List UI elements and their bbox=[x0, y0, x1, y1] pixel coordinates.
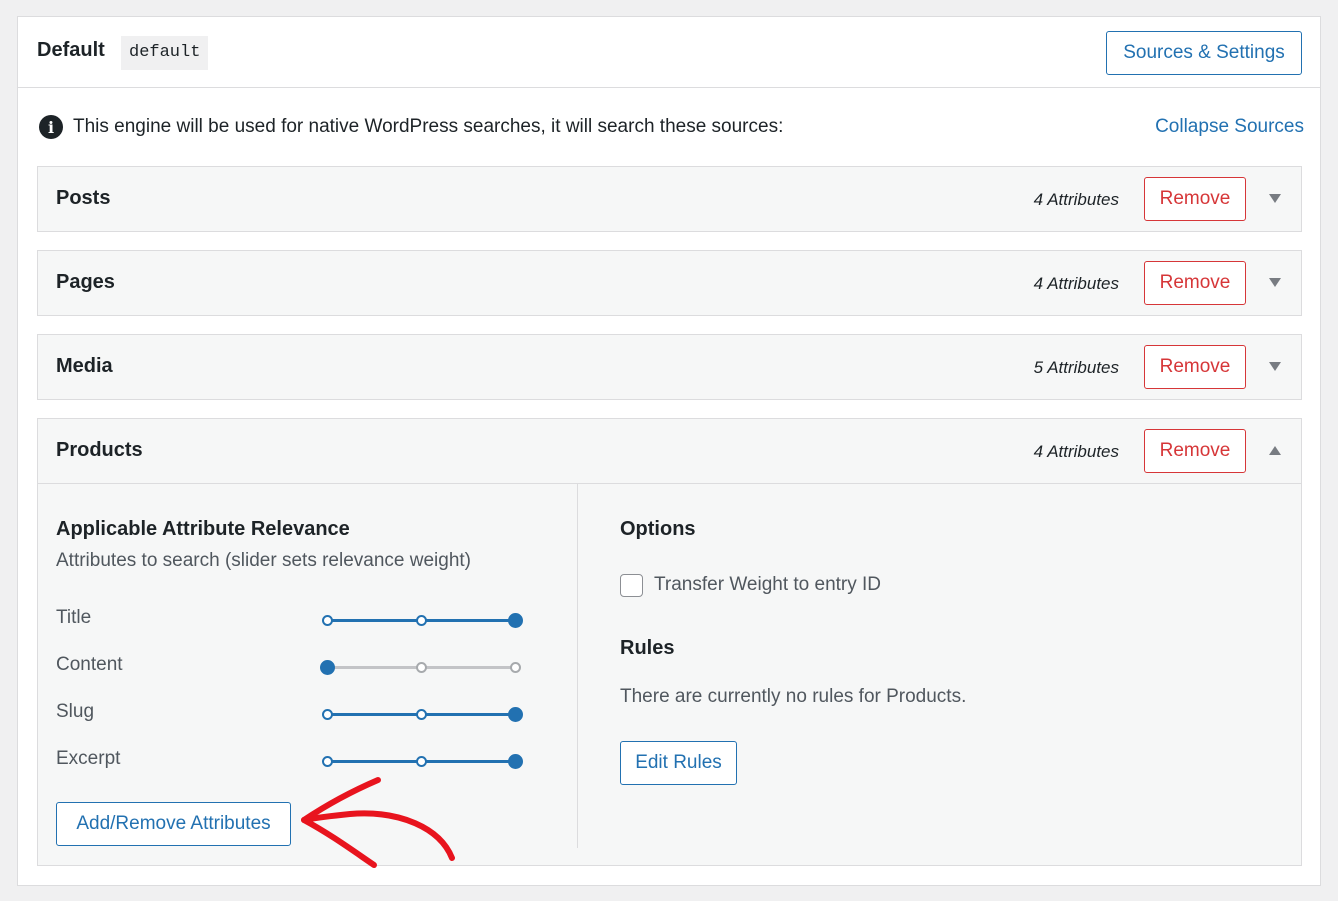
attribute-row: Title bbox=[56, 607, 526, 633]
relevance-title: Applicable Attribute Relevance bbox=[56, 518, 350, 540]
search-engine-panel: Default default Sources & Settings i Thi… bbox=[17, 16, 1321, 886]
expand-arrow-icon[interactable] bbox=[1269, 278, 1281, 287]
slider-step-dot[interactable] bbox=[509, 662, 521, 673]
engine-notice: i This engine will be used for native Wo… bbox=[39, 114, 783, 140]
source-media: Media 5 Attributes Remove bbox=[37, 334, 1302, 400]
slider-step-dot[interactable] bbox=[321, 709, 333, 720]
notice-text: This engine will be used for native Word… bbox=[73, 116, 784, 137]
remove-source-button[interactable]: Remove bbox=[1144, 429, 1246, 473]
slider-thumb[interactable] bbox=[507, 707, 523, 722]
source-header[interactable]: Pages 4 Attributes Remove bbox=[38, 251, 1301, 315]
slider-step-dot[interactable] bbox=[415, 615, 427, 626]
source-name: Posts bbox=[56, 187, 111, 209]
slider-step-dot[interactable] bbox=[415, 756, 427, 767]
relevance-slider[interactable] bbox=[321, 751, 523, 771]
collapse-sources-link[interactable]: Collapse Sources bbox=[1155, 116, 1304, 138]
source-name: Media bbox=[56, 355, 113, 377]
source-posts: Posts 4 Attributes Remove bbox=[37, 166, 1302, 232]
attribute-row: Content bbox=[56, 654, 526, 680]
slider-thumb[interactable] bbox=[507, 754, 523, 769]
slider-step-dot[interactable] bbox=[415, 709, 427, 720]
relevance-subtitle: Attributes to search (slider sets releva… bbox=[56, 550, 472, 571]
source-attribute-count: 4 Attributes bbox=[1033, 274, 1119, 293]
relevance-slider[interactable] bbox=[321, 704, 523, 724]
remove-source-button[interactable]: Remove bbox=[1144, 345, 1246, 389]
remove-source-button[interactable]: Remove bbox=[1144, 261, 1246, 305]
expand-arrow-icon[interactable] bbox=[1269, 362, 1281, 371]
transfer-weight-checkbox[interactable] bbox=[620, 574, 643, 597]
slider-step-dot[interactable] bbox=[415, 662, 427, 673]
engine-header: Default default Sources & Settings bbox=[18, 17, 1320, 88]
attribute-label: Title bbox=[56, 607, 92, 628]
source-products: Products 4 Attributes Remove Applicable … bbox=[37, 418, 1302, 866]
attribute-label: Content bbox=[56, 654, 123, 675]
source-attribute-count: 4 Attributes bbox=[1033, 442, 1119, 461]
info-icon: i bbox=[39, 115, 63, 139]
products-settings: Applicable Attribute Relevance Attribute… bbox=[38, 483, 1301, 865]
remove-source-button[interactable]: Remove bbox=[1144, 177, 1246, 221]
rules-title: Rules bbox=[620, 637, 675, 659]
source-attribute-count: 4 Attributes bbox=[1033, 190, 1119, 209]
add-remove-attributes-button[interactable]: Add/Remove Attributes bbox=[56, 802, 291, 846]
transfer-weight-label: Transfer Weight to entry ID bbox=[654, 574, 882, 595]
expand-arrow-icon[interactable] bbox=[1269, 194, 1281, 203]
engine-slug: default bbox=[121, 36, 209, 70]
options-rules-column: Options Transfer Weight to entry ID Rule… bbox=[620, 484, 1260, 848]
slider-step-dot[interactable] bbox=[321, 756, 333, 767]
attribute-label: Excerpt bbox=[56, 748, 121, 769]
source-header[interactable]: Media 5 Attributes Remove bbox=[38, 335, 1301, 399]
edit-rules-button[interactable]: Edit Rules bbox=[620, 741, 737, 785]
annotation-arrow-icon bbox=[301, 777, 455, 868]
sources-settings-button[interactable]: Sources & Settings bbox=[1106, 31, 1302, 75]
source-name: Products bbox=[56, 439, 143, 461]
attribute-row: Slug bbox=[56, 701, 526, 727]
collapse-arrow-icon[interactable] bbox=[1269, 446, 1281, 455]
source-pages: Pages 4 Attributes Remove bbox=[37, 250, 1302, 316]
relevance-slider[interactable] bbox=[319, 657, 521, 677]
source-header[interactable]: Products 4 Attributes Remove bbox=[38, 419, 1301, 483]
relevance-slider[interactable] bbox=[321, 610, 523, 630]
options-title: Options bbox=[620, 518, 696, 540]
engine-title: Default bbox=[37, 39, 105, 61]
annotation-arrow-head bbox=[301, 777, 381, 868]
slider-step-dot[interactable] bbox=[321, 615, 333, 626]
source-header[interactable]: Posts 4 Attributes Remove bbox=[38, 167, 1301, 231]
source-name: Pages bbox=[56, 271, 115, 293]
source-attribute-count: 5 Attributes bbox=[1033, 358, 1119, 377]
rules-empty-text: There are currently no rules for Product… bbox=[620, 686, 967, 707]
attribute-label: Slug bbox=[56, 701, 95, 722]
slider-thumb[interactable] bbox=[319, 660, 335, 675]
slider-thumb[interactable] bbox=[507, 613, 523, 628]
